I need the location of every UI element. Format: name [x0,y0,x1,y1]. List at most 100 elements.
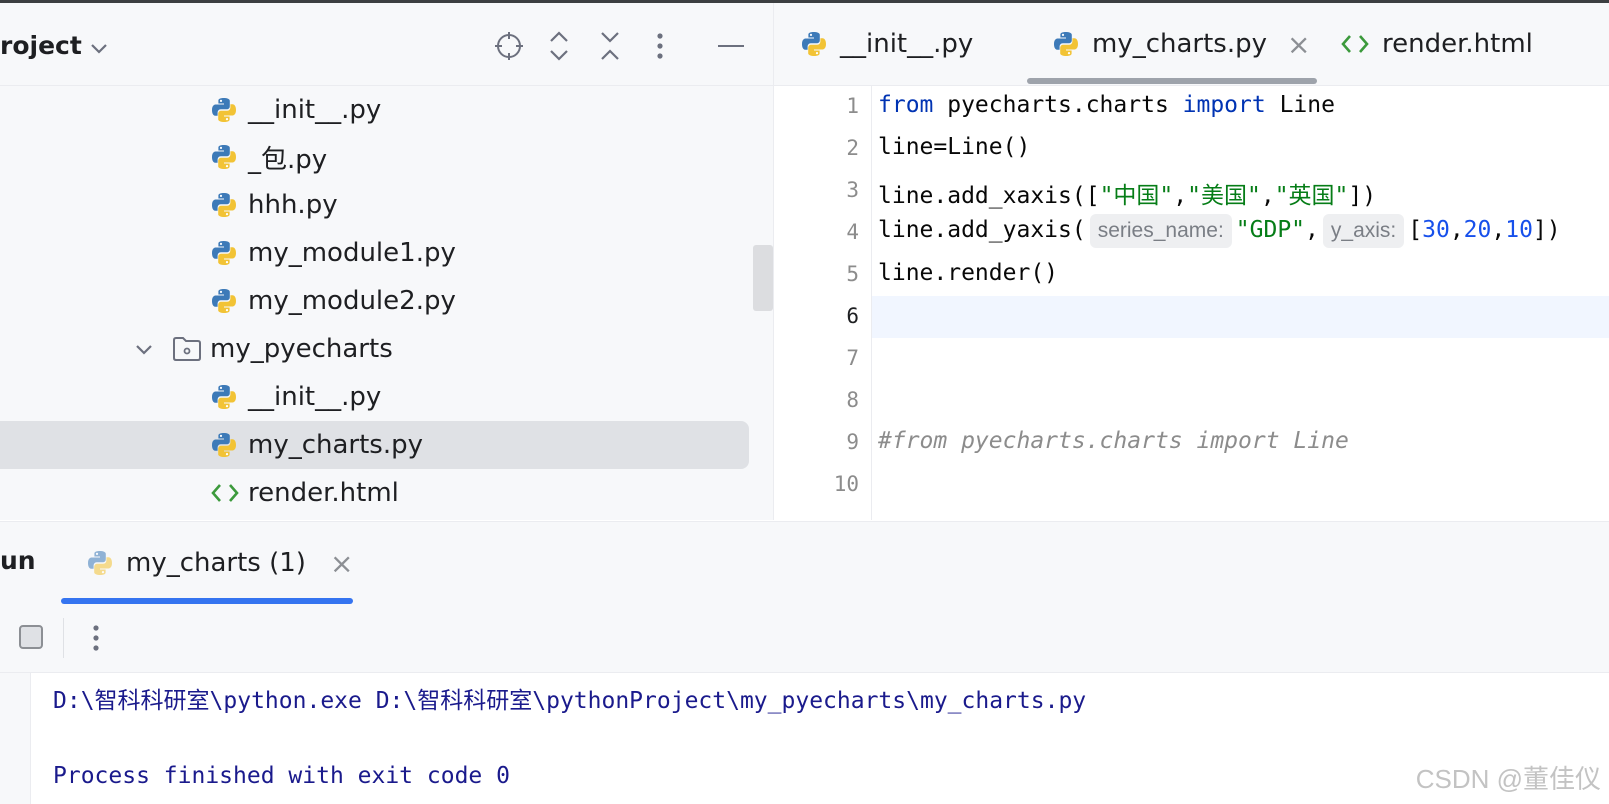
line-number: 2 [846,136,859,160]
run-panel-header: un my_charts (1) × [0,521,1609,605]
tree-item-label: my_module1.py [248,238,456,268]
code-text: , [1173,183,1188,209]
tab-label: my_charts.py [1092,29,1268,59]
tree-item-label: __init__.py [248,95,382,125]
line-number-current: 6 [846,304,859,328]
code-number: 30 [1422,217,1450,243]
project-panel-header: roject [0,3,773,86]
run-tab-my-charts[interactable]: my_charts (1) × [86,522,353,604]
collapse-all-icon[interactable] [593,29,627,63]
console-gutter [0,673,31,804]
more-vert-icon[interactable] [92,624,100,656]
python-file-icon [210,239,238,267]
run-console[interactable]: D:\智科科研室\python.exe D:\智科科研室\pythonProje… [0,673,1609,804]
code-text: [ [1408,217,1423,243]
tab-render-html[interactable]: render.html [1340,3,1533,85]
tree-item-render-html[interactable]: render.html [0,469,773,517]
code-string: "中国" [1099,183,1174,209]
python-file-icon [210,191,238,219]
python-file-icon [86,549,114,577]
code-number: 20 [1463,217,1492,243]
line-number: 10 [833,472,859,496]
code-line-2: line=Line() [878,134,1031,160]
code-number: 10 [1505,217,1533,243]
chevron-down-icon [90,31,108,60]
code-editor[interactable]: 1 2 3 4 5 6 7 8 9 10 from pyecharts.char… [774,86,1609,520]
python-file-icon [210,431,238,459]
folder-icon [172,336,202,362]
code-keyword: from [878,92,934,118]
tree-item-label: hhh.py [248,190,338,220]
code-text: Line [1265,92,1335,118]
code-text: line.add_yaxis( [878,217,1086,243]
line-number: 8 [846,388,859,412]
code-line-5: line.render() [878,260,1059,286]
project-view-selector[interactable]: roject [0,31,108,60]
python-file-icon [210,383,238,411]
locate-icon[interactable] [492,29,526,63]
tree-item-label: my_module2.py [248,286,456,316]
tab-my-charts-py[interactable]: my_charts.py × [1052,3,1310,85]
line-number: 7 [846,346,859,370]
line-number: 9 [846,430,859,454]
run-tab-label: my_charts (1) [126,548,306,578]
tree-item-my-module1-py[interactable]: my_module1.py [0,229,773,277]
console-line: Process finished with exit code 0 [53,763,510,789]
current-line-highlight [774,296,1609,338]
minimize-icon[interactable] [714,29,748,63]
tree-item-init-py-2[interactable]: __init__.py [0,373,773,421]
code-string: "英国" [1274,183,1349,209]
line-number: 3 [846,178,859,202]
line-number: 5 [846,262,859,286]
tree-item-label: render.html [248,478,399,508]
project-title: roject [0,31,82,60]
tree-item-label: my_charts.py [248,430,424,460]
chevron-down-icon[interactable] [134,342,154,356]
tree-item-label: __init__.py [248,382,382,412]
active-tab-indicator [1027,78,1317,84]
python-file-icon [210,143,238,171]
html-file-icon [1340,33,1370,55]
parameter-hint: y_axis: [1322,214,1405,248]
code-line-9: #from pyecharts.charts import Line [878,428,1349,454]
python-file-icon [210,96,238,124]
project-scrollbar[interactable] [753,245,773,311]
run-tab-close-icon[interactable]: × [330,547,353,580]
python-file-icon [800,30,828,58]
tab-label: __init__.py [840,29,974,59]
tree-item-hhh-py[interactable]: hhh.py [0,181,773,229]
code-text: , [1260,183,1275,209]
python-file-icon [1052,30,1080,58]
line-number: 4 [846,220,859,244]
watermark: CSDN @董佳仪 [1415,764,1601,794]
tab-close-icon[interactable]: × [1287,28,1310,61]
stop-icon[interactable] [19,625,43,649]
tree-item-init-py[interactable]: __init__.py [0,86,773,134]
tree-item-bao-py[interactable]: _包.py [0,133,773,181]
line-number-gutter: 1 2 3 4 5 6 7 8 9 10 [774,86,872,520]
run-toolbar [0,604,1609,673]
tree-item-label: my_pyecharts [210,334,393,364]
run-panel-title: un [0,546,36,575]
expand-all-icon[interactable] [542,29,576,63]
editor-tab-bar: __init__.py my_charts.py × render.html [774,3,1609,86]
tab-init-py[interactable]: __init__.py [800,3,973,85]
code-text: ]) [1348,183,1377,209]
code-string: "GDP" [1235,217,1306,243]
code-keyword: import [1182,92,1266,118]
code-text: pyecharts.charts [933,92,1183,118]
code-string: "美国" [1187,183,1261,209]
code-text: , [1491,217,1506,243]
tree-item-label: _包.py [248,144,328,175]
code-text: line.add_xaxis([ [878,183,1100,209]
code-text: , [1449,217,1464,243]
code-line-4: line.add_yaxis(series_name: "GDP", y_axis:… [878,214,1561,248]
tree-item-my-module2-py[interactable]: my_module2.py [0,277,773,325]
tree-item-my-charts-py[interactable]: my_charts.py [0,421,773,469]
more-vert-icon[interactable] [643,29,677,63]
code-line-3: line.add_xaxis(["中国","美国","英国"]) [878,176,1376,210]
tree-item-my-pyecharts-folder[interactable]: my_pyecharts [0,325,773,373]
tab-label: render.html [1382,29,1533,59]
line-number: 1 [846,94,859,118]
code-text: ]) [1532,217,1561,243]
